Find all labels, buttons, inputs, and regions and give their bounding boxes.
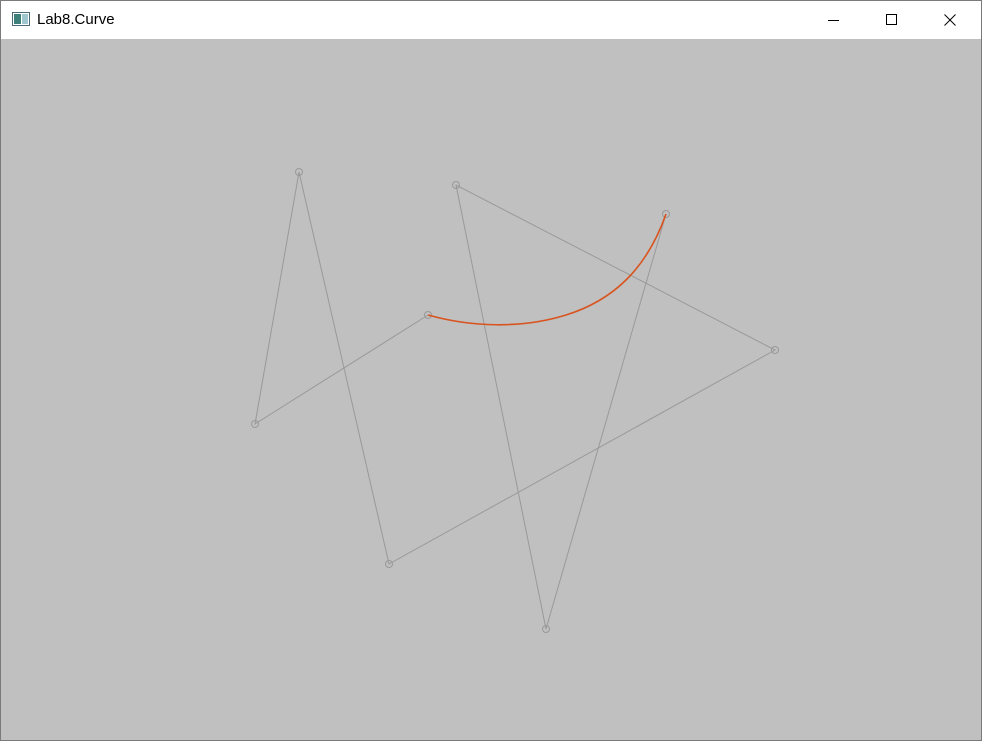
title-bar[interactable]: Lab8.Curve (1, 1, 981, 39)
minimize-icon (828, 20, 839, 21)
maximize-icon (886, 14, 897, 25)
close-icon (944, 14, 956, 26)
maximize-button[interactable] (863, 1, 921, 39)
app-icon (12, 12, 30, 26)
app-window: Lab8.Curve (0, 0, 982, 741)
minimize-button[interactable] (805, 1, 863, 39)
control-polygon (254, 171, 777, 630)
close-button[interactable] (921, 1, 979, 39)
curve (427, 213, 667, 326)
drawing-canvas[interactable] (1, 39, 981, 740)
window-title: Lab8.Curve (37, 11, 115, 28)
curve-drawing (251, 168, 779, 633)
